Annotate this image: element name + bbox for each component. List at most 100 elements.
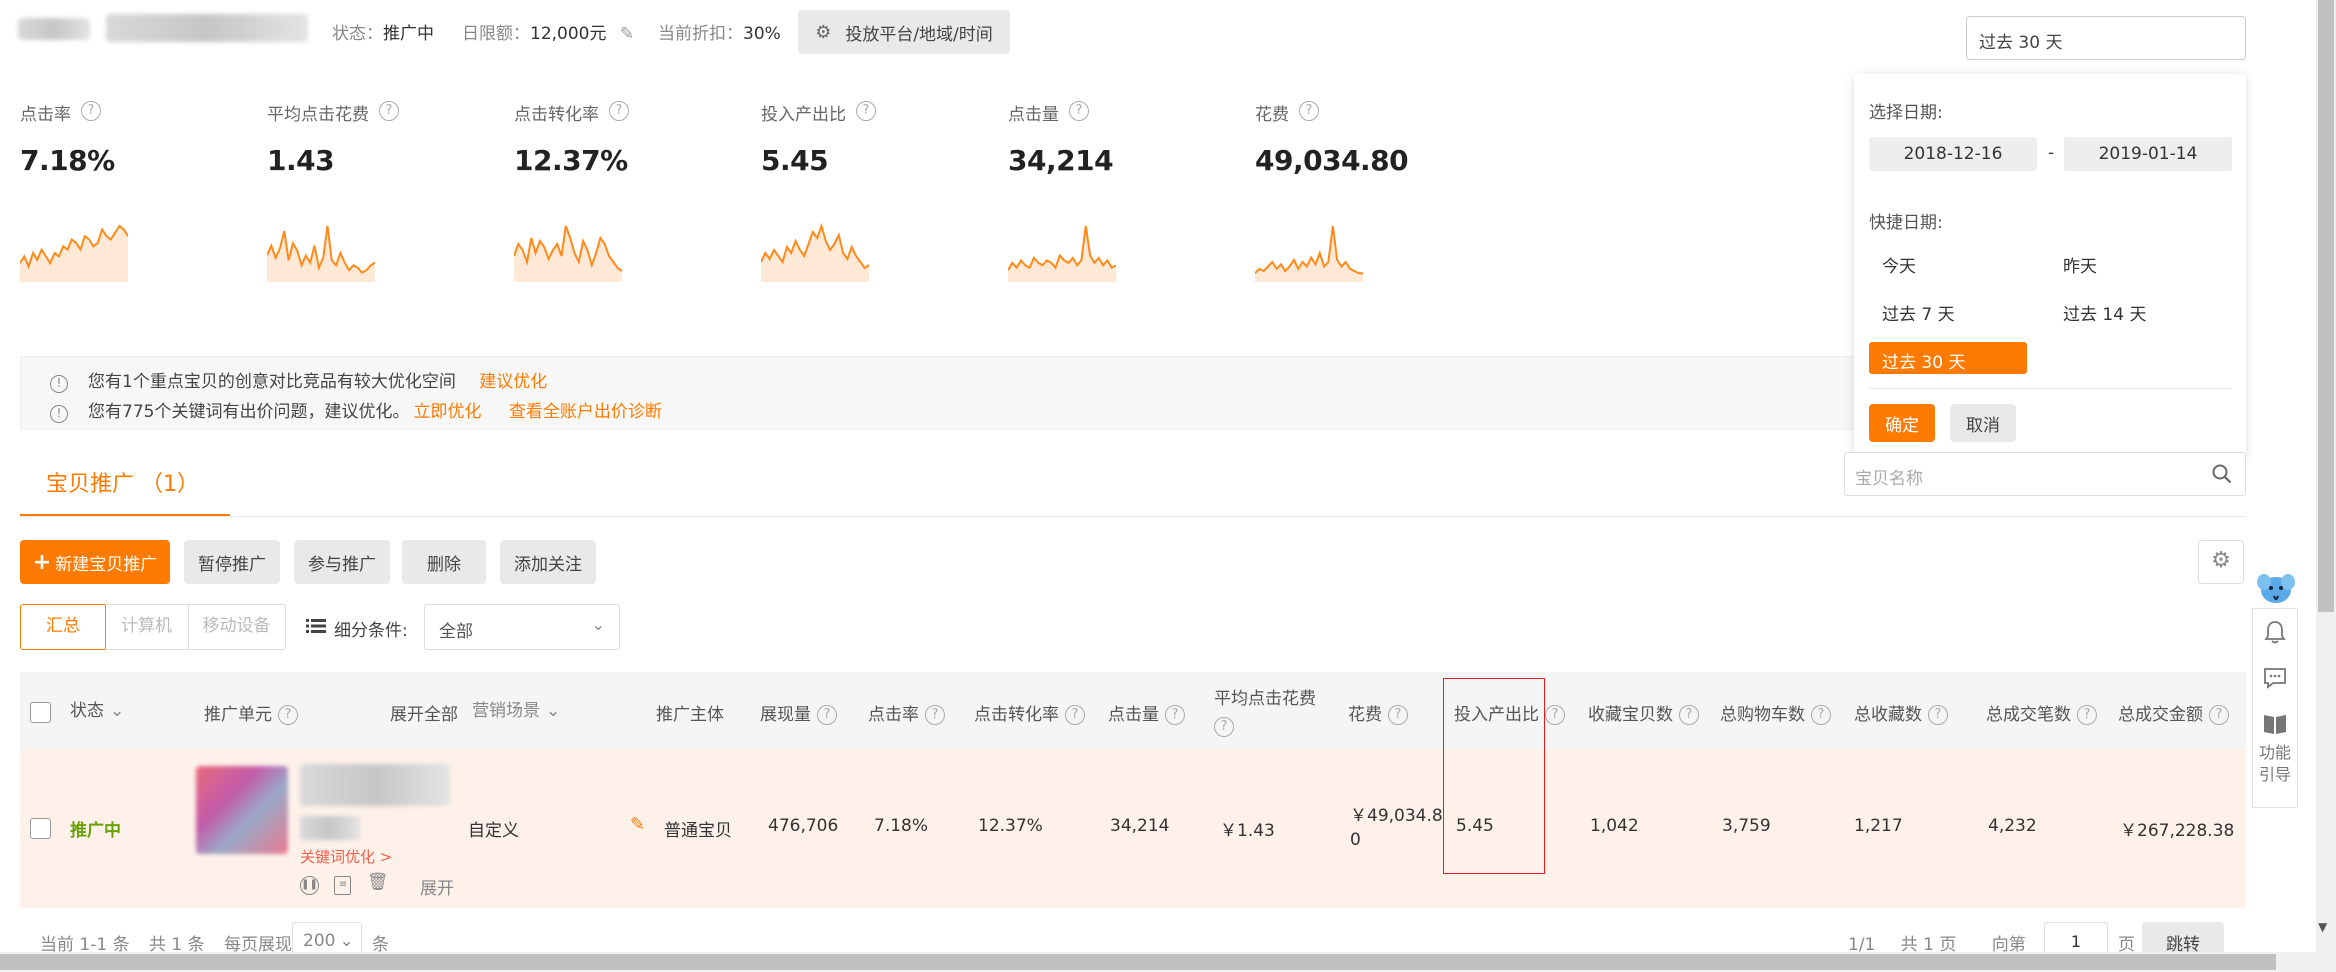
- metric-sparkline: [267, 225, 375, 282]
- help-icon[interactable]: ?: [1679, 705, 1699, 725]
- info-icon: !: [50, 375, 68, 393]
- condition-select[interactable]: 全部 ⌄: [424, 604, 620, 650]
- col-impressions-label: 展现量: [760, 705, 811, 725]
- col-ctr: 点击率?: [868, 700, 945, 725]
- tab-summary[interactable]: 汇总: [20, 604, 106, 650]
- select-all-checkbox[interactable]: [30, 702, 51, 723]
- end-date-value: 2019-01-14: [2098, 144, 2198, 164]
- quick-option-30days[interactable]: 过去 30 天: [1869, 342, 2027, 374]
- quick-option-30days-label: 过去 30 天: [1882, 353, 1966, 373]
- help-icon[interactable]: ?: [925, 705, 945, 725]
- quick-option-14days[interactable]: 过去 14 天: [2063, 300, 2146, 325]
- col-avg-cpc-label: 平均点击花费: [1214, 689, 1316, 709]
- report-icon[interactable]: ≡: [334, 876, 352, 895]
- help-icon[interactable]: ?: [609, 101, 629, 121]
- help-icon[interactable]: ?: [1299, 101, 1319, 121]
- tab-mobile[interactable]: 移动设备: [188, 604, 286, 650]
- follow-label: 添加关注: [514, 554, 582, 575]
- help-icon[interactable]: ?: [817, 705, 837, 725]
- gear-icon: ⚙: [2211, 548, 2231, 573]
- help-icon[interactable]: ?: [1545, 705, 1565, 725]
- notice-2-text: 您有775个关键词有出价问题，建议优化。: [88, 402, 410, 422]
- col-clicks: 点击量?: [1108, 700, 1185, 725]
- expand-all-link[interactable]: 展开全部: [390, 700, 458, 725]
- gear-icon: ⚙: [815, 21, 832, 43]
- quick-date-label: 快捷日期:: [1869, 213, 1943, 233]
- help-icon[interactable]: ?: [81, 101, 101, 121]
- new-item-button[interactable]: + 新建宝贝推广: [20, 540, 170, 584]
- tab-summary-label: 汇总: [46, 616, 80, 636]
- help-icon[interactable]: ?: [1165, 705, 1185, 725]
- scroll-down-arrow[interactable]: ▼: [2318, 920, 2327, 934]
- bid-diagnosis-link[interactable]: 查看全账户出价诊断: [509, 402, 662, 422]
- search-icon[interactable]: [2212, 464, 2232, 484]
- edit-pencil-icon[interactable]: ✎: [620, 24, 634, 44]
- cancel-button[interactable]: 取消: [1950, 404, 2016, 442]
- confirm-button[interactable]: 确定: [1869, 404, 1935, 442]
- col-carts-label: 总购物车数: [1720, 705, 1805, 725]
- platform-settings-button[interactable]: ⚙ 投放平台/地域/时间: [798, 10, 1010, 54]
- delete-button[interactable]: 删除: [402, 540, 486, 584]
- horizontal-scrollbar-thumb[interactable]: [0, 954, 2276, 970]
- condition-label: 细分条件:: [334, 621, 408, 641]
- vertical-scrollbar-thumb[interactable]: [2318, 0, 2334, 612]
- end-date-input[interactable]: 2019-01-14: [2064, 137, 2232, 171]
- quick-option-7days[interactable]: 过去 7 天: [1882, 300, 1955, 325]
- row-carts: 3,759: [1722, 816, 1771, 836]
- optimize-suggest-link[interactable]: 建议优化: [479, 372, 547, 392]
- col-scene[interactable]: 营销场景 ⌄: [472, 696, 560, 721]
- status-label: 状态：: [332, 24, 383, 44]
- picker-divider: [1869, 388, 2231, 389]
- help-icon[interactable]: ?: [1214, 717, 1234, 737]
- help-icon[interactable]: ?: [856, 101, 876, 121]
- start-date-input[interactable]: 2018-12-16: [1869, 137, 2037, 171]
- help-icon[interactable]: ?: [278, 705, 298, 725]
- col-orders: 总成交笔数?: [1986, 700, 2097, 725]
- cancel-label: 取消: [1966, 415, 2000, 436]
- item-thumbnail[interactable]: [196, 766, 288, 854]
- metric-label: 点击率: [20, 105, 71, 125]
- row-expand-link[interactable]: 展开: [420, 874, 454, 899]
- col-ctr-label: 点击率: [868, 705, 919, 725]
- guide-label-line2: 引导: [2258, 765, 2291, 784]
- help-icon[interactable]: ?: [1069, 101, 1089, 121]
- help-icon[interactable]: ?: [379, 101, 399, 121]
- keyword-optimize-link[interactable]: 关键词优化 >: [300, 846, 392, 867]
- guide-book-icon[interactable]: [2262, 712, 2288, 736]
- follow-button[interactable]: 添加关注: [500, 540, 596, 584]
- trash-icon[interactable]: 🗑: [367, 872, 389, 892]
- daily-limit-label: 日限额：: [462, 24, 530, 44]
- chat-icon[interactable]: [2263, 666, 2287, 690]
- roi-highlight-box: [1443, 678, 1545, 874]
- help-icon[interactable]: ?: [1065, 705, 1085, 725]
- help-icon[interactable]: ?: [2209, 705, 2229, 725]
- col-favs-label: 总收藏数: [1854, 705, 1922, 725]
- help-icon[interactable]: ?: [1928, 705, 1948, 725]
- help-icon[interactable]: ?: [1811, 705, 1831, 725]
- quick-option-yesterday[interactable]: 昨天: [2063, 252, 2097, 277]
- col-status[interactable]: 状态 ⌄: [70, 696, 124, 721]
- pause-button[interactable]: 暂停推广: [184, 540, 280, 584]
- quick-option-today[interactable]: 今天: [1882, 252, 1916, 277]
- daily-limit-value: 12,000元: [530, 24, 607, 44]
- edit-pencil-icon[interactable]: ✎: [630, 814, 645, 835]
- guide-label[interactable]: 功能 引导: [2257, 742, 2293, 786]
- select-date-label: 选择日期:: [1869, 103, 1943, 123]
- metric-label: 投入产出比: [761, 105, 846, 125]
- confirm-label: 确定: [1885, 415, 1919, 436]
- help-icon[interactable]: ?: [2077, 705, 2097, 725]
- optimize-now-link[interactable]: 立即优化: [413, 402, 481, 422]
- help-icon[interactable]: ?: [1388, 705, 1408, 725]
- tab-item-promotion[interactable]: 宝贝推广 （1）: [46, 466, 199, 498]
- mascot-icon[interactable]: [2256, 568, 2296, 608]
- item-title[interactable]: [300, 764, 450, 806]
- table-settings-button[interactable]: ⚙: [2198, 540, 2244, 584]
- pause-circle-icon[interactable]: ❚❚: [300, 876, 319, 895]
- row-status: 推广中: [70, 821, 121, 841]
- row-checkbox[interactable]: [30, 818, 51, 839]
- bell-icon[interactable]: [2264, 620, 2286, 644]
- join-button[interactable]: 参与推广: [294, 540, 390, 584]
- item-search-input[interactable]: 宝贝名称: [1844, 452, 2246, 496]
- tab-pc[interactable]: 计算机: [105, 604, 189, 650]
- date-range-select[interactable]: 过去 30 天: [1966, 16, 2246, 60]
